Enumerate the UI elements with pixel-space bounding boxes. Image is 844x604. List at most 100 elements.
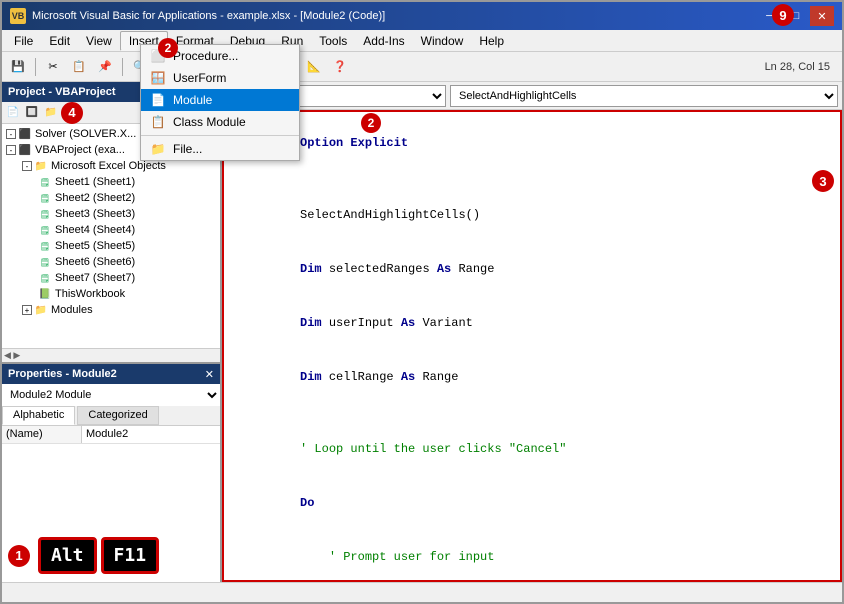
props-object-select[interactable]: Module2 Module: [2, 384, 220, 406]
drop-module[interactable]: 📄 Module 2: [141, 89, 299, 111]
main-area: Project - VBAProject ✕ 📄 🔲 📁 4 -: [2, 82, 842, 582]
code-dim-3: Dim cellRange As Range: [228, 350, 836, 404]
tree-vbaproject-label: VBAProject (exa...: [35, 144, 125, 156]
menu-bar: File Edit View Insert Format Debug Run T…: [2, 30, 842, 52]
code-sub: SelectAndHighlightCells(): [228, 188, 836, 242]
drop-procedure-label: Procedure...: [173, 49, 238, 63]
code-do: Do: [228, 476, 836, 530]
drop-file[interactable]: 📁 File...: [141, 138, 299, 160]
tree-excel-objects-label: Microsoft Excel Objects: [51, 160, 166, 172]
tree-modules-label: Modules: [51, 304, 93, 316]
key-alt: Alt: [38, 537, 97, 574]
key-f11: F11: [101, 537, 160, 574]
vbaproject-icon: ⬛: [18, 143, 32, 157]
drop-userform[interactable]: 🪟 UserForm: [141, 67, 299, 89]
tb-paste[interactable]: 📌: [93, 56, 117, 78]
code-blank-1: [228, 170, 836, 188]
tb-copy[interactable]: 📋: [67, 56, 91, 78]
tree-sheet3-label: Sheet3 (Sheet3): [55, 208, 135, 220]
tree-sheet2-label: Sheet2 (Sheet2): [55, 192, 135, 204]
drop-module-label: Module: [173, 93, 212, 107]
tree-sheet2[interactable]: 🗒 Sheet2 (Sheet2): [4, 190, 218, 206]
sheet4-icon: 🗒: [38, 223, 52, 237]
prop-name-value[interactable]: Module2: [82, 426, 220, 443]
badge-9: 9: [772, 4, 794, 26]
wb-icon: 📗: [38, 287, 52, 301]
drop-classmodule-label: Class Module: [173, 115, 246, 129]
tree-sheet5[interactable]: 🗒 Sheet5 (Sheet5): [4, 238, 218, 254]
title-bar-left: VB Microsoft Visual Basic for Applicatio…: [10, 8, 385, 24]
pt-refresh[interactable]: 4: [61, 102, 83, 124]
tree-sheet3[interactable]: 🗒 Sheet3 (Sheet3): [4, 206, 218, 222]
sheet5-icon: 🗒: [38, 239, 52, 253]
properties-close[interactable]: ✕: [205, 368, 214, 381]
close-button[interactable]: ✕: [810, 6, 834, 26]
tab-categorized[interactable]: Categorized: [77, 406, 158, 425]
solver-icon: ⬛: [18, 127, 32, 141]
tb-save[interactable]: 💾: [6, 56, 30, 78]
pt-view-code[interactable]: 📄: [4, 104, 22, 122]
code-editor[interactable]: Option Explicit SelectAndHighlightCells(…: [222, 110, 842, 582]
h-scroll[interactable]: ◀ ▶: [2, 348, 220, 362]
insert-dropdown: ⬜ Procedure... 🪟 UserForm 📄 Module 2 📋 C…: [140, 44, 300, 161]
tb-design[interactable]: 📐: [302, 56, 326, 78]
tree-sheet7[interactable]: 🗒 Sheet7 (Sheet7): [4, 270, 218, 286]
userform-icon: 🪟: [149, 71, 167, 85]
tb-cut[interactable]: ✂: [41, 56, 65, 78]
toolbar: 💾 ✂ 📋 📌 🔍 ↩ ↪ ▶ ⏸ ■ 📐 ❓ Ln 28, Col 15: [2, 52, 842, 82]
sheet2-icon: 🗒: [38, 191, 52, 205]
code-comment-1: ' Loop until the user clicks "Cancel": [228, 422, 836, 476]
badge-2: 2: [361, 113, 381, 133]
tree-sheet1[interactable]: 🗒 Sheet1 (Sheet1): [4, 174, 218, 190]
drop-sep: [141, 135, 299, 136]
code-header: (al) SelectAndHighlightCells: [222, 82, 842, 110]
app-icon: VB: [10, 8, 26, 24]
tree-sheet5-label: Sheet5 (Sheet5): [55, 240, 135, 252]
title-controls: ─ □ ✕: [758, 6, 834, 26]
props-row-name: (Name) Module2: [2, 426, 220, 444]
menu-help[interactable]: Help: [471, 32, 512, 50]
tree-sheet4[interactable]: 🗒 Sheet4 (Sheet4): [4, 222, 218, 238]
props-tabs: Alphabetic Categorized: [2, 406, 220, 426]
sheet1-icon: 🗒: [38, 175, 52, 189]
tree-wb-label: ThisWorkbook: [55, 288, 125, 300]
excel-objects-icon: 📁: [34, 159, 48, 173]
modules-icon: 📁: [34, 303, 48, 317]
menu-addins[interactable]: Add-Ins: [355, 32, 412, 50]
tree-sheet6[interactable]: 🗒 Sheet6 (Sheet6): [4, 254, 218, 270]
sheet6-icon: 🗒: [38, 255, 52, 269]
tree-sheet6-label: Sheet6 (Sheet6): [55, 256, 135, 268]
window-title: Microsoft Visual Basic for Applications …: [32, 10, 385, 22]
tree-modules[interactable]: + 📁 Modules: [4, 302, 218, 318]
ln-col-info: Ln 28, Col 15: [765, 61, 830, 73]
menu-file[interactable]: File: [6, 32, 41, 50]
pt-toggle-folders[interactable]: 📁: [42, 104, 60, 122]
title-bar: VB Microsoft Visual Basic for Applicatio…: [2, 2, 842, 30]
tree-sheet4-label: Sheet4 (Sheet4): [55, 224, 135, 236]
file-icon: 📁: [149, 142, 167, 156]
proc-select[interactable]: SelectAndHighlightCells: [450, 85, 838, 107]
tree-sheet1-label: Sheet1 (Sheet1): [55, 176, 135, 188]
status-bar: [2, 582, 842, 602]
drop-classmodule[interactable]: 📋 Class Module: [141, 111, 299, 133]
menu-window[interactable]: Window: [413, 32, 472, 50]
sheet7-icon: 🗒: [38, 271, 52, 285]
code-dim-2: Dim userInput As Variant: [228, 296, 836, 350]
tb-help[interactable]: ❓: [328, 56, 352, 78]
badge-3: 3: [812, 170, 834, 192]
sheet3-icon: 🗒: [38, 207, 52, 221]
code-blank-2: [228, 404, 836, 422]
properties-title: Properties - Module2 ✕: [2, 364, 220, 384]
code-option-explicit: Option Explicit: [228, 116, 836, 170]
project-title-text: Project - VBAProject: [8, 86, 116, 98]
menu-edit[interactable]: Edit: [41, 32, 78, 50]
menu-tools[interactable]: Tools: [311, 32, 355, 50]
tree-thisworkbook[interactable]: 📗 ThisWorkbook: [4, 286, 218, 302]
tree-solver-label: Solver (SOLVER.X...: [35, 128, 136, 140]
tab-alphabetic[interactable]: Alphabetic: [2, 406, 75, 425]
menu-view[interactable]: View: [78, 32, 120, 50]
pt-view-obj[interactable]: 🔲: [23, 104, 41, 122]
code-dim-1: Dim selectedRanges As Range: [228, 242, 836, 296]
props-selector[interactable]: Module2 Module: [2, 384, 220, 406]
tb-sep-2: [122, 58, 123, 76]
